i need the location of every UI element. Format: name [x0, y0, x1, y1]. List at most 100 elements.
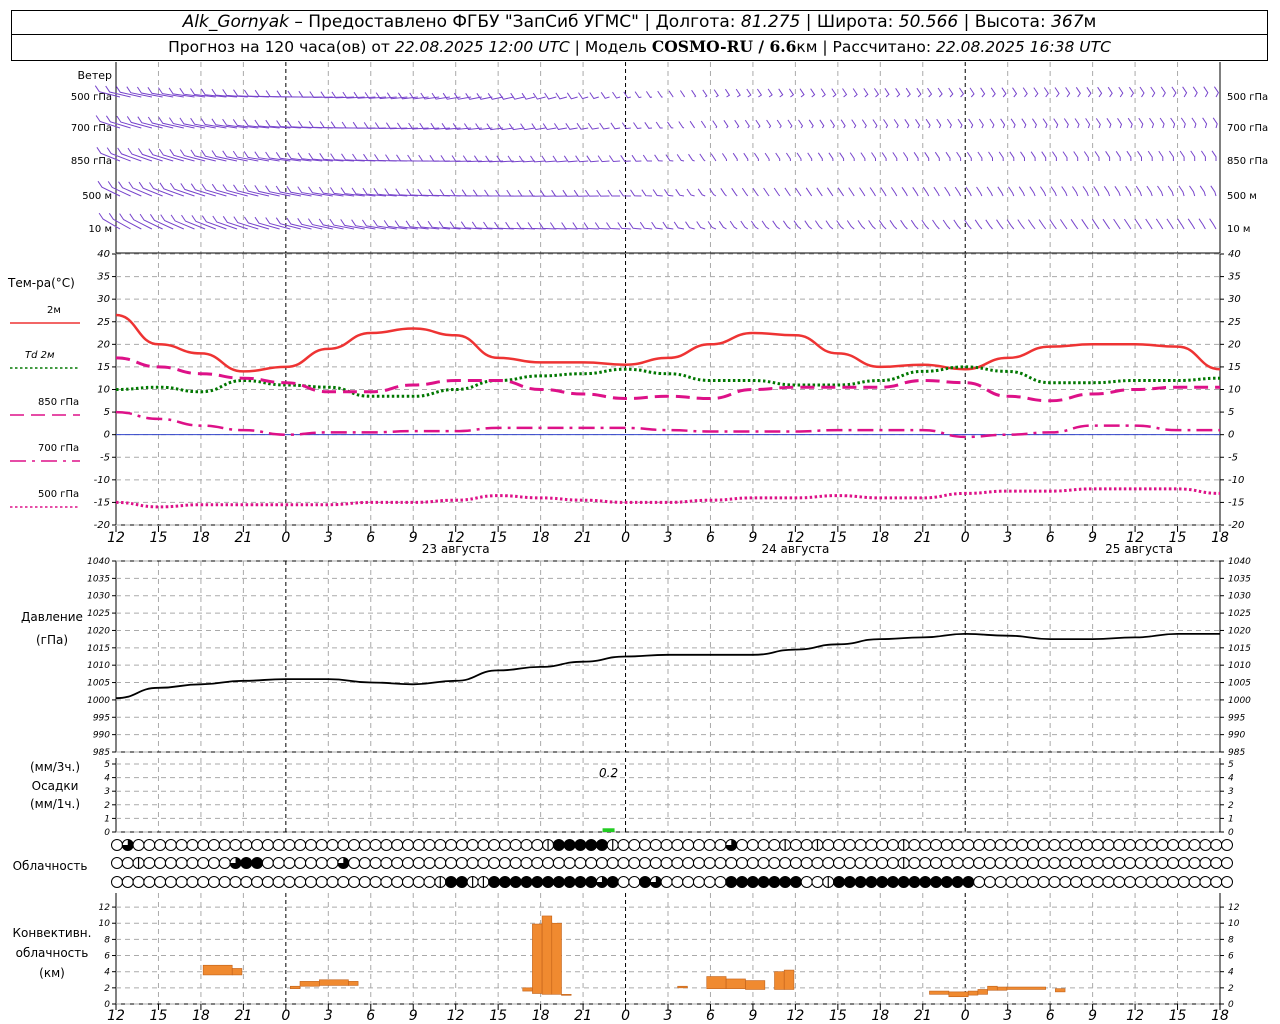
conv-xtick-label: 21 — [234, 1008, 252, 1024]
temp-xtick-label: 18 — [192, 530, 210, 546]
cloud-circle — [272, 876, 285, 888]
cloud-circle — [423, 857, 436, 869]
wind-barb — [752, 187, 759, 197]
cloud-symbol — [143, 857, 156, 869]
wind-barb — [1187, 218, 1196, 230]
cloud-circle — [326, 839, 339, 851]
cloud-circle — [876, 839, 889, 851]
wind-barb — [1147, 150, 1153, 161]
wind-barb — [586, 155, 599, 163]
wind-barb — [654, 154, 663, 162]
wind-barb — [1117, 118, 1123, 129]
cloud-circle — [714, 876, 727, 888]
wind-barb — [761, 220, 770, 230]
wind-barb — [1022, 87, 1028, 98]
cloud-symbol — [897, 839, 910, 851]
temp-xtick-label: 3 — [664, 530, 673, 546]
wind-barb — [597, 155, 610, 163]
conv-xtick-label: 6 — [1046, 1008, 1055, 1024]
cloud-symbol — [1167, 857, 1180, 869]
cloud-circle — [455, 876, 468, 888]
wind-barb — [612, 91, 621, 99]
wind-barb — [933, 186, 940, 197]
cloud-circle — [218, 839, 231, 851]
wind-barb — [232, 150, 259, 162]
wind-barb — [1018, 186, 1025, 197]
temp-ytick-label: -15 — [1228, 497, 1244, 508]
cloud-circle — [1177, 876, 1190, 888]
temp-ytick-label: 10 — [97, 385, 110, 396]
cloud-circle — [983, 876, 996, 888]
cloud-symbol — [552, 876, 565, 888]
cloud-circle — [121, 876, 134, 888]
cloud-circle — [1188, 876, 1201, 888]
cloud-symbol — [919, 876, 932, 888]
cloud-symbol — [865, 857, 878, 869]
precip-ylabel: Осадки — [32, 779, 79, 793]
cloud-symbol — [1145, 857, 1158, 869]
cloud-circle — [552, 839, 565, 851]
cloud-circle — [304, 839, 317, 851]
conv-ytick-label: 10 — [99, 919, 111, 929]
wind-barb — [956, 151, 962, 161]
wind-barb — [889, 220, 898, 230]
cloud-symbol — [1037, 876, 1050, 888]
wind-barb — [396, 122, 418, 130]
cloud-symbol — [251, 876, 264, 888]
wind-barb — [1008, 186, 1015, 197]
wind-barb — [1123, 218, 1132, 230]
cloud-symbol — [876, 857, 889, 869]
cloud-symbol — [617, 839, 630, 851]
wind-barb — [639, 221, 653, 230]
wind-barb — [1105, 151, 1111, 161]
cloud-symbol — [477, 876, 490, 888]
wind-barb — [1166, 218, 1174, 230]
cloud-symbol — [865, 839, 878, 851]
wind-barb — [1126, 150, 1132, 161]
cloud-circle — [143, 839, 156, 851]
temp-xtick-label: 3 — [324, 530, 333, 546]
pressure-ytick-label: 1035 — [1228, 574, 1251, 584]
cloud-circle — [1156, 876, 1169, 888]
cloud-circle — [563, 839, 576, 851]
wind-barb — [775, 152, 781, 161]
wind-level-label: 500 гПа — [1227, 92, 1268, 103]
cloud-symbol — [800, 839, 813, 851]
cloud-circle — [1199, 876, 1212, 888]
cloud-circle — [1210, 857, 1223, 869]
cloud-symbol — [606, 876, 619, 888]
pressure-ytick-label: 1000 — [87, 696, 110, 706]
wind-barb — [1160, 86, 1166, 98]
cloud-circle — [1210, 876, 1223, 888]
wind-barb — [1094, 151, 1100, 161]
conv-bar — [783, 969, 795, 990]
cloud-symbol — [908, 876, 921, 888]
wind-barb — [857, 220, 866, 230]
cloud-circle — [843, 857, 856, 869]
temp-ytick-label: -5 — [100, 452, 110, 463]
pressure-ylabel: Давление — [21, 610, 83, 624]
conv-bar — [231, 968, 243, 976]
temp-ytick-label: 5 — [1228, 407, 1234, 418]
pressure-ytick-label: 1000 — [1228, 696, 1251, 706]
cloud-circle — [660, 876, 673, 888]
cloud-symbol — [628, 857, 641, 869]
conv-bar — [522, 987, 533, 992]
cloud-symbol — [380, 876, 393, 888]
cloud-circle — [283, 857, 296, 869]
cloud-circle — [1080, 876, 1093, 888]
cloud-symbol — [649, 839, 662, 851]
wind-barb — [1070, 219, 1079, 230]
wind-barb — [852, 88, 858, 98]
cloud-circle — [649, 857, 662, 869]
wind-barb — [746, 88, 752, 98]
wind-barb — [668, 90, 674, 98]
cloud-circle — [111, 876, 123, 888]
cloud-circle — [272, 857, 285, 869]
cloud-circle — [358, 876, 371, 888]
cloud-circle — [434, 857, 447, 869]
cloud-circle — [520, 839, 533, 851]
cloud-circle — [940, 857, 953, 869]
cloud-symbol — [175, 839, 188, 851]
wind-barb — [126, 116, 153, 129]
